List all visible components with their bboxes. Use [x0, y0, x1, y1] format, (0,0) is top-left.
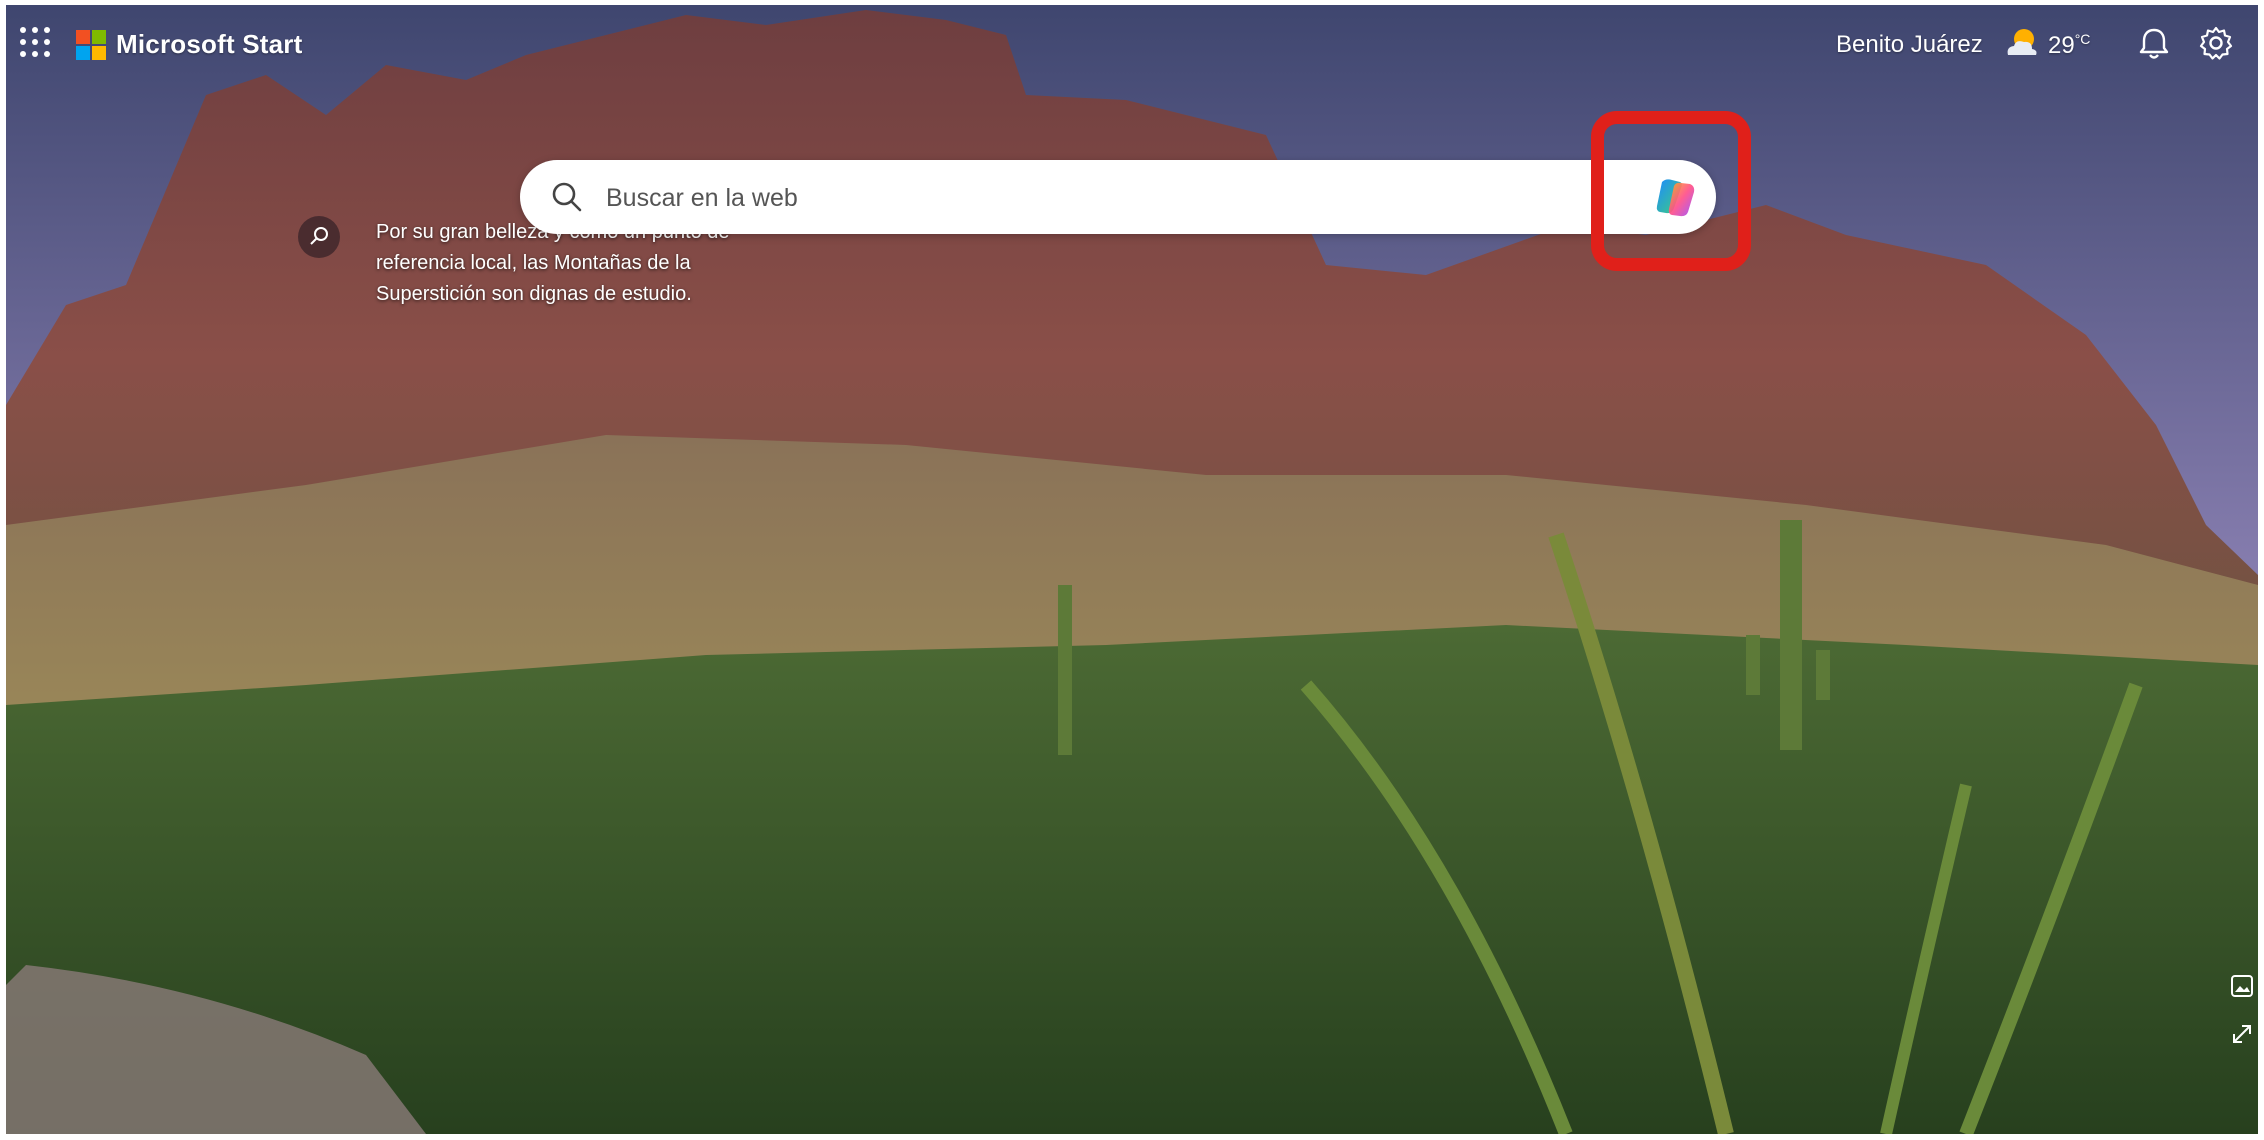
bell-icon[interactable] — [2134, 23, 2174, 63]
temperature-value: 29 — [2048, 32, 2075, 59]
weather-location[interactable]: Benito Juárez — [1836, 31, 1983, 59]
caption-search-icon[interactable] — [298, 216, 340, 258]
settings-gear-icon[interactable] — [2196, 23, 2236, 63]
image-info-icon[interactable] — [2229, 973, 2255, 999]
search-box — [520, 160, 1716, 234]
temperature-unit: °C — [2074, 31, 2091, 47]
expand-icon[interactable] — [2229, 1021, 2255, 1047]
search-input[interactable] — [604, 174, 1508, 222]
apps-grid-icon[interactable] — [20, 27, 50, 57]
search-icon[interactable] — [550, 180, 584, 214]
top-bar: Microsoft Start Benito Juárez 29°C — [6, 5, 2258, 75]
microsoft-logo-icon[interactable] — [76, 30, 106, 60]
copilot-highlight-box — [1591, 111, 1751, 271]
weather-temperature[interactable]: 29°C — [2048, 31, 2090, 60]
brand-title[interactable]: Microsoft Start — [116, 29, 302, 60]
weather-partly-sunny-icon[interactable] — [2002, 25, 2042, 61]
